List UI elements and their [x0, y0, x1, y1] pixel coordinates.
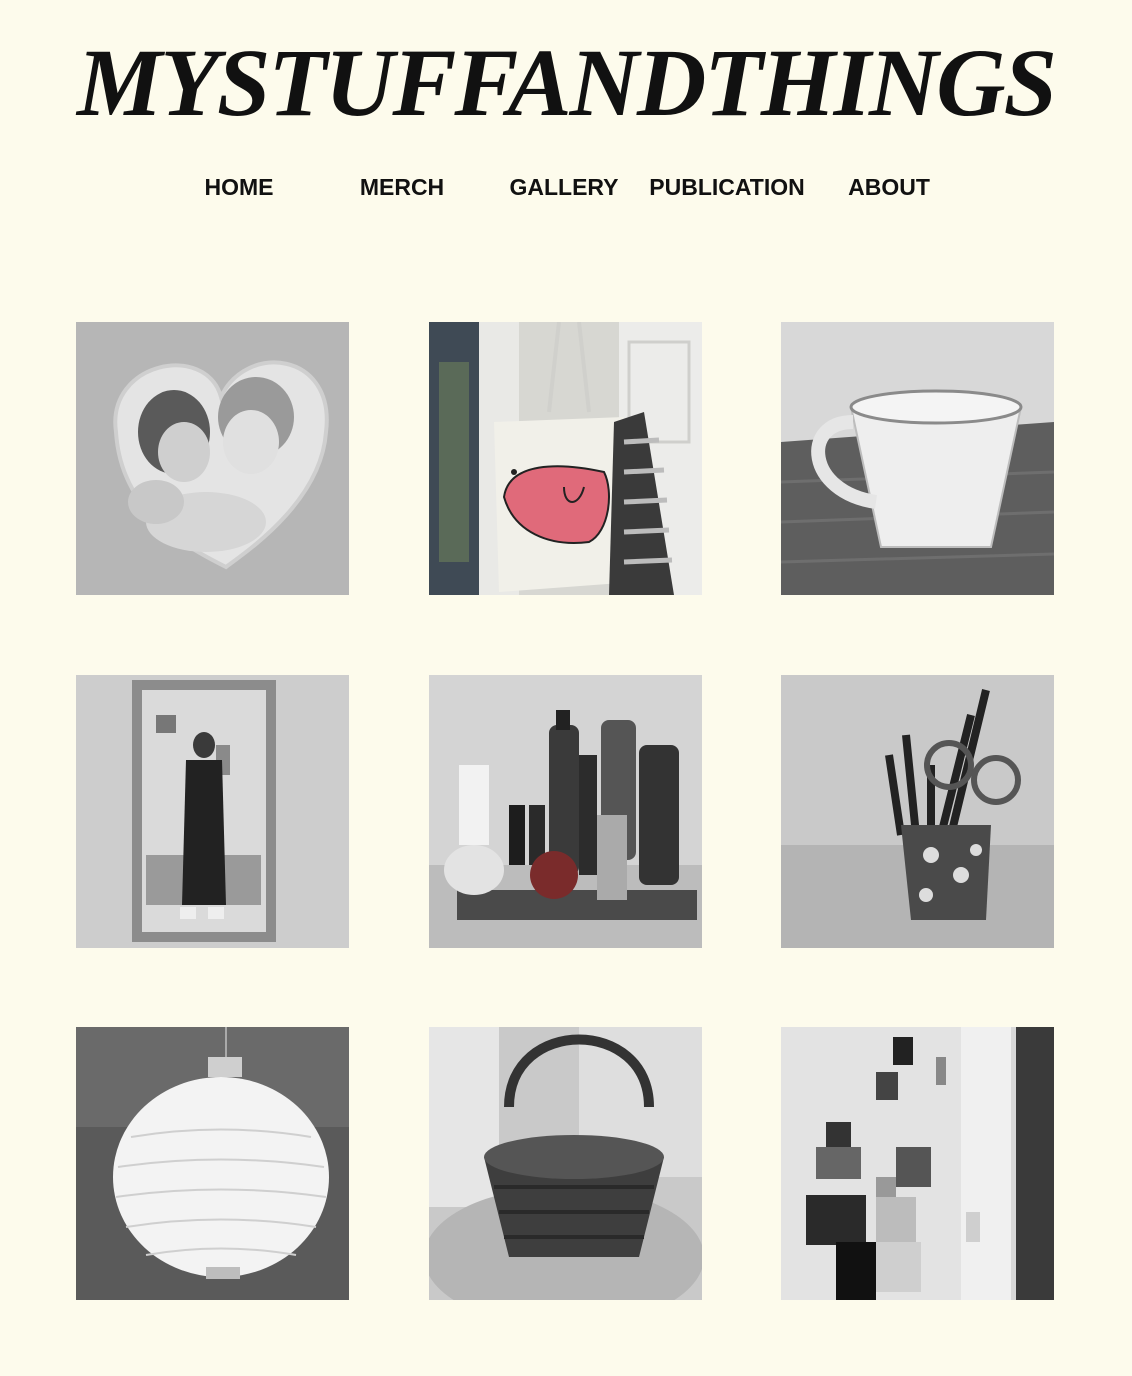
gallery-photo-cup[interactable]: [781, 322, 1054, 595]
paper-lantern-image: [76, 1027, 349, 1300]
mirror-selfie-image: [76, 675, 349, 948]
cup-image: [781, 322, 1054, 595]
oil-bottles-image: [429, 675, 702, 948]
gallery-photo-wicker-basket[interactable]: [429, 1027, 702, 1300]
tote-bag-image: [429, 322, 702, 595]
main-nav: HOME MERCH GALLERY PUBLICATION ABOUT: [0, 172, 1132, 202]
site-title[interactable]: MYSTUFFANDTHINGS: [0, 28, 1132, 138]
nav-merch[interactable]: MERCH: [321, 172, 483, 202]
gallery-photo-fridge-postcards[interactable]: [781, 1027, 1054, 1300]
nav-gallery[interactable]: GALLERY: [483, 172, 645, 202]
gallery-photo-heart-box[interactable]: [76, 322, 349, 595]
nav-publication[interactable]: PUBLICATION: [646, 172, 808, 202]
pen-holder-image: [781, 675, 1054, 948]
heart-box-image: [76, 322, 349, 595]
gallery-photo-mirror-selfie[interactable]: [76, 675, 349, 948]
nav-home[interactable]: HOME: [158, 172, 320, 202]
gallery-photo-pen-holder[interactable]: [781, 675, 1054, 948]
gallery-photo-tote-bag[interactable]: [429, 322, 702, 595]
gallery-photo-oil-bottles[interactable]: [429, 675, 702, 948]
wicker-basket-image: [429, 1027, 702, 1300]
gallery-photo-paper-lantern[interactable]: [76, 1027, 349, 1300]
nav-about[interactable]: ABOUT: [808, 172, 970, 202]
fridge-postcards-image: [781, 1027, 1054, 1300]
